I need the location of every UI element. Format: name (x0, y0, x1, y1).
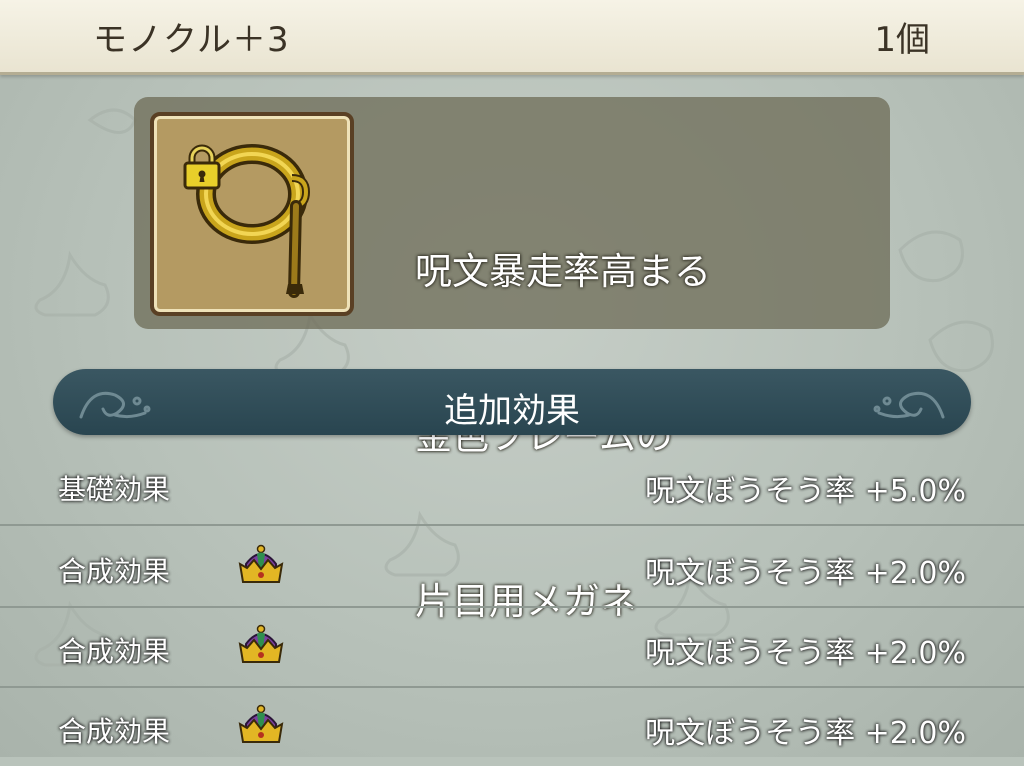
item-icon-frame (150, 112, 354, 316)
effect-row: 合成効果 呪文ぼうそう率 +2.0% (0, 526, 1024, 608)
effect-stat: 呪文ぼうそう率 +5.0% (645, 474, 966, 509)
effect-stat: 呪文ぼうそう率 +2.0% (645, 556, 966, 591)
item-count: 1個 (874, 20, 930, 60)
additional-effects-header: 追加効果 (53, 369, 971, 435)
lock-icon (183, 144, 221, 190)
crown-icon (238, 544, 284, 583)
effect-label: 合成効果 (58, 555, 171, 588)
effect-label: 基礎効果 (58, 473, 171, 506)
section-title: 追加効果 (444, 391, 580, 431)
description-line: 呪文暴走率高まる (415, 250, 711, 293)
effect-stat: 呪文ぼうそう率 +2.0% (645, 716, 966, 751)
effect-label: 合成効果 (58, 715, 171, 748)
crown-icon (238, 624, 284, 663)
ornament-right-icon (873, 391, 945, 419)
item-name: モノクル＋3 (93, 20, 290, 60)
item-header: モノクル＋3 1個 (0, 0, 1024, 75)
effect-row: 合成効果 呪文ぼうそう率 +2.0% (0, 606, 1024, 688)
effect-label: 合成効果 (58, 635, 171, 668)
effect-stat: 呪文ぼうそう率 +2.0% (645, 636, 966, 671)
effect-row: 合成効果 呪文ぼうそう率 +2.0% (0, 686, 1024, 766)
crown-icon (238, 704, 284, 743)
effect-row: 基礎効果 呪文ぼうそう率 +5.0% (0, 444, 1024, 526)
